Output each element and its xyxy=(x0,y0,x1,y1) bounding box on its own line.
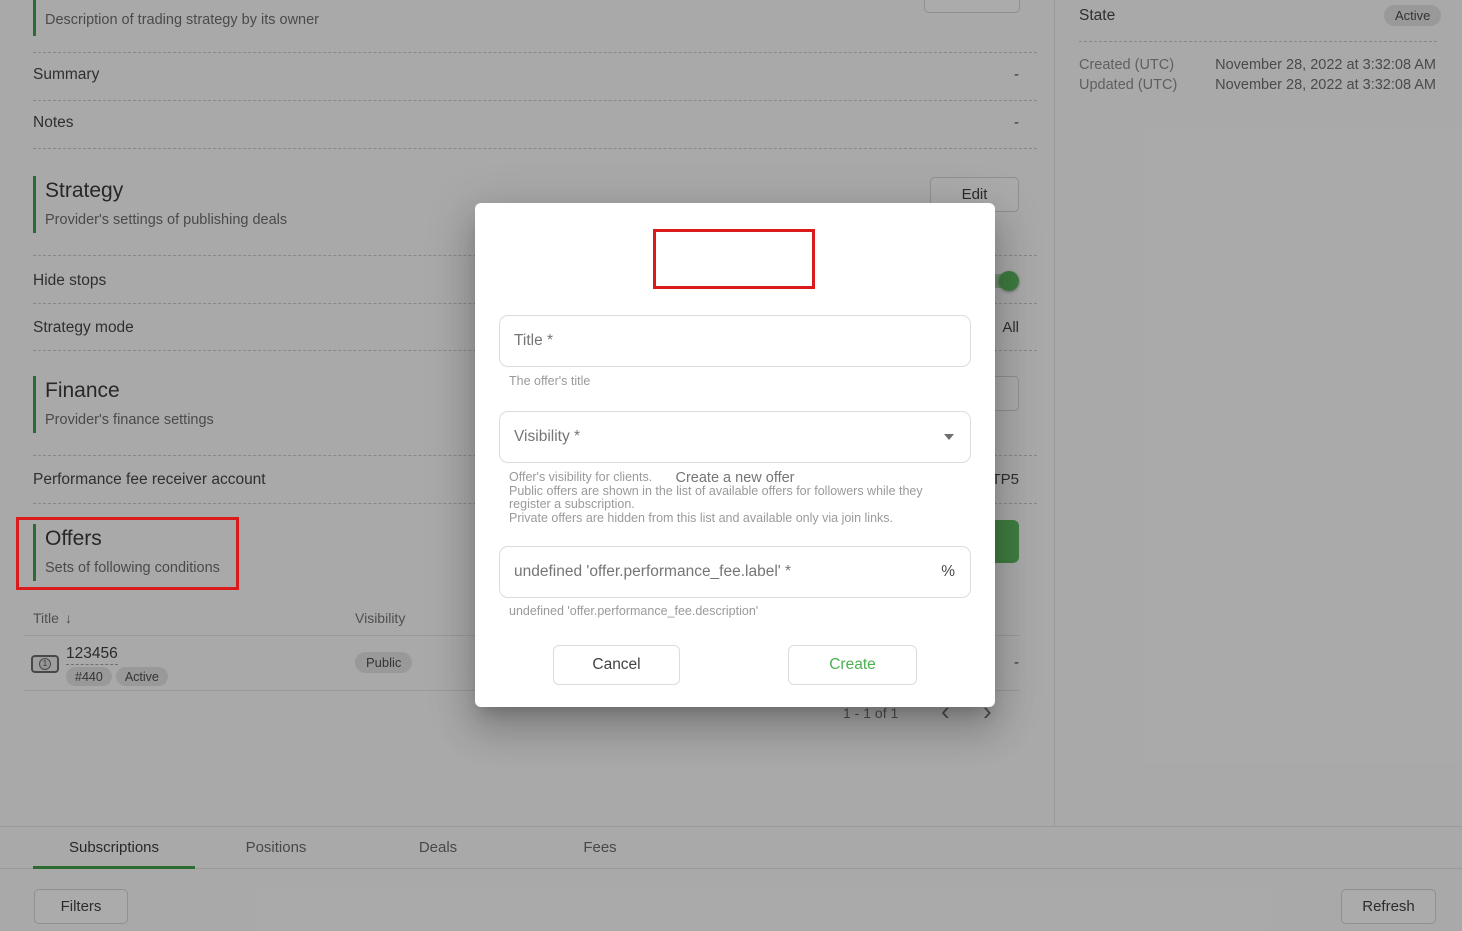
performance-fee-helper: undefined 'offer.performance_fee.descrip… xyxy=(509,605,758,619)
performance-fee-input[interactable] xyxy=(500,547,941,597)
visibility-placeholder: Visibility * xyxy=(500,428,944,446)
annotation-box-offers xyxy=(16,517,239,590)
create-button[interactable]: Create xyxy=(788,645,917,685)
performance-fee-field[interactable]: % xyxy=(499,546,971,598)
visibility-helper: Offer's visibility for clients. Public o… xyxy=(509,471,937,525)
cancel-button[interactable]: Cancel xyxy=(553,645,680,685)
strategy-detail-page: Description of trading strategy by its o… xyxy=(0,0,1462,931)
chevron-down-icon xyxy=(944,434,954,440)
annotation-box-new-offer xyxy=(653,229,815,289)
title-helper: The offer's title xyxy=(509,375,590,389)
visibility-select[interactable]: Visibility * xyxy=(499,411,971,463)
percent-suffix: % xyxy=(941,563,970,581)
title-input[interactable] xyxy=(500,316,970,366)
title-field[interactable] xyxy=(499,315,971,367)
